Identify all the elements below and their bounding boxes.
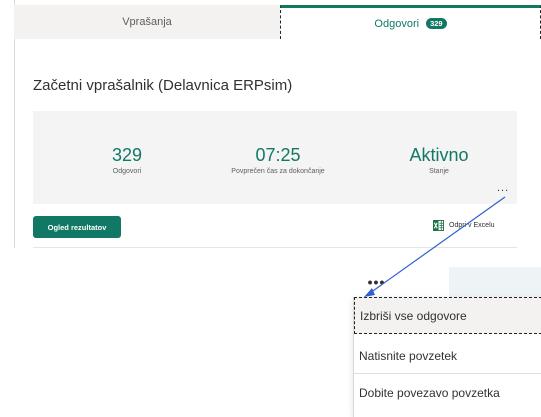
view-results-button[interactable]: Ogled rezultatov xyxy=(33,216,121,238)
excel-icon xyxy=(433,220,444,231)
stat-status: Aktivno Stanje xyxy=(394,145,484,175)
tab-bar: Vprašanja Odgovori 329 xyxy=(14,0,541,39)
tab-responses[interactable]: Odgovori 329 xyxy=(280,5,541,39)
menu-item-get-summary-link[interactable]: Dobite povezavo povzetka xyxy=(354,375,541,411)
open-in-excel-label: Odpri v Excelu xyxy=(449,222,495,229)
stat-average-time-value: 07:25 xyxy=(255,145,301,165)
stat-responses-value: 329 xyxy=(111,145,143,165)
tab-questions-label: Vprašanja xyxy=(122,16,172,28)
stat-average-time-label: Povprečen čas za dokončanje xyxy=(231,168,325,175)
divider xyxy=(33,247,517,248)
stats-panel: 329 Odgovori 07:25 Povprečen čas za doko… xyxy=(33,111,517,204)
tab-questions[interactable]: Vprašanja xyxy=(14,5,280,39)
open-in-excel-link[interactable]: Odpri v Excelu xyxy=(433,220,495,231)
menu-item-delete-all[interactable]: Izbriši vse odgovore xyxy=(354,297,541,334)
form-title: Začetni vprašalnik (Delavnica ERPsim) xyxy=(33,77,293,94)
more-options-menu: Izbriši vse odgovore Natisnite povzetek … xyxy=(353,297,541,417)
menu-item-print-summary[interactable]: Natisnite povzetek xyxy=(354,338,541,374)
stat-status-label: Stanje xyxy=(429,168,449,175)
stat-status-value: Aktivno xyxy=(409,145,469,165)
tab-responses-label: Odgovori xyxy=(374,17,420,30)
menu-backdrop xyxy=(449,267,541,297)
stat-average-time: 07:25 Povprečen čas za dokončanje xyxy=(213,145,343,175)
stat-responses: 329 Odgovori xyxy=(87,145,167,175)
stat-responses-label: Odgovori xyxy=(112,168,142,175)
responses-count-badge: 329 xyxy=(426,18,447,29)
more-options-icon[interactable]: ... xyxy=(497,182,509,194)
more-menu-button[interactable]: ••• xyxy=(353,267,400,297)
